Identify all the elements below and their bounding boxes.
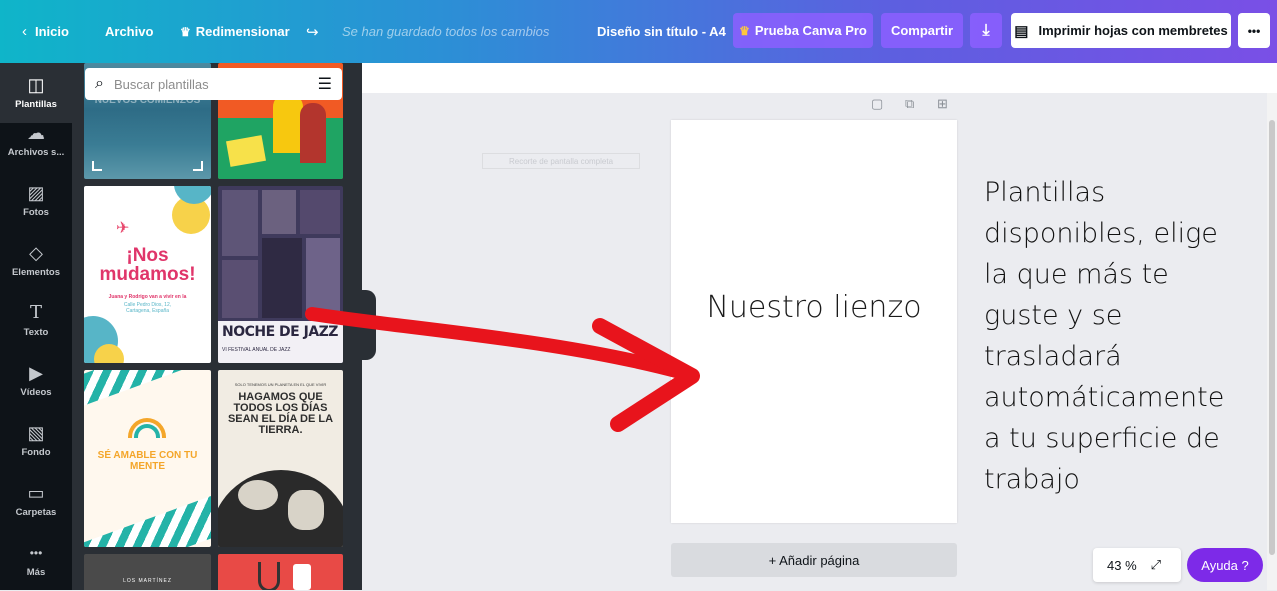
print-doc-icon: ▤ [1014,22,1029,40]
search-input[interactable]: ⌕ Buscar plantillas ☰ [85,68,342,100]
crown-icon: ♛ [739,23,750,38]
undo-icon: ↪ [306,23,319,41]
template-earth-title: HAGAMOS QUE TODOS LOS DÍAS SEAN EL DÍA D… [227,391,334,436]
template-moving-address: Calle Pedro Dios, 12, Cartagena, España [123,302,172,314]
template-card-jazz[interactable]: NOCHE DE JAZZ VI FESTIVAL ANUAL DE JAZZ [218,186,343,363]
rail-label: Elementos [11,267,61,278]
rail-label: Carpetas [15,507,57,518]
file-menu-button[interactable]: Archivo [105,0,153,63]
template-kind-title: SÉ AMABLE CON TU MENTE [97,450,198,472]
rail-item-uploads[interactable]: ☁ Archivos s... [0,111,72,171]
rail-label: Vídeos [20,387,52,398]
rail-item-elements[interactable]: ◇ Elementos [0,231,72,291]
resize-button[interactable]: ♛ Redimensionar [180,0,290,63]
design-canvas-page[interactable]: Nuestro lienzo [671,120,957,523]
cloud-upload-icon: ☁ [27,123,45,143]
rail-label: Archivos s... [7,147,65,158]
rail-item-photos[interactable]: ▨ Fotos [0,171,72,231]
text-icon: T [29,302,42,323]
share-button[interactable]: Compartir [881,13,963,48]
more-dots-icon: ••• [1247,23,1261,38]
canvas-text[interactable]: Nuestro lienzo [671,290,957,325]
share-label: Compartir [890,23,954,38]
file-label: Archivo [105,24,154,39]
zoom-value: 43 % [1107,557,1137,573]
help-button[interactable]: Ayuda ? [1187,548,1263,582]
undo-button[interactable]: ↪ [306,0,319,63]
add-page-button[interactable]: + Añadir página [671,543,957,577]
chevron-left-icon: ‹ [22,23,27,40]
template-moving-title: ¡Nos mudamos! [99,245,196,285]
rail-item-background[interactable]: ▧ Fondo [0,411,72,471]
rail-item-more[interactable]: ••• Más [0,531,72,591]
rail-item-videos[interactable]: ▶ Vídeos [0,351,72,411]
crown-icon: ♛ [180,24,191,39]
scrollbar-thumb[interactable] [1269,120,1275,555]
template-icon: ◫ [27,75,45,95]
rail-label: Texto [23,327,49,338]
screenshot-ghost: Recorte de pantalla completa [482,153,640,169]
template-jazz-sub: VI FESTIVAL ANUAL DE JAZZ [222,347,291,353]
download-button[interactable]: ⤓ [970,13,1002,48]
more-options-button[interactable]: ••• [1238,13,1270,48]
background-icon: ▧ [27,423,45,443]
resize-label: Redimensionar [195,24,290,39]
download-icon: ⤓ [982,21,990,39]
print-letterhead-button[interactable]: ▤ Imprimir hojas con membretes [1011,13,1231,48]
search-icon: ⌕ [95,75,104,92]
try-pro-button[interactable]: ♛ Prueba Canva Pro [733,13,873,48]
folder-icon: ▭ [27,483,45,503]
page-notes-icon[interactable]: ▢ [871,96,883,112]
workspace-toolbar [362,63,1277,93]
saved-status: Se han guardado todos los cambios [342,24,550,39]
rail-label: Fotos [23,207,49,218]
template-card-moving[interactable]: ✈ ¡Nos mudamos! Juana y Rodrigo van a vi… [84,186,211,363]
video-icon: ▶ [29,363,43,383]
template-card-martinez[interactable]: LOS MARTÍNEZ [84,554,211,590]
zoom-control[interactable]: 43 % ⤢ [1093,548,1181,582]
left-rail: ◫ Plantillas ☁ Archivos s... ▨ Fotos ◇ E… [0,63,72,590]
chevron-left-icon: ‹ [363,318,367,332]
duplicate-page-icon[interactable]: ⧉ [905,96,914,112]
try-pro-label: Prueba Canva Pro [754,23,867,38]
template-card-medical[interactable] [218,554,343,590]
template-martinez-title: LOS MARTÍNEZ [123,578,172,584]
more-icon: ••• [29,546,43,560]
template-jazz-title: NOCHE DE JAZZ [222,324,338,340]
rail-item-folders[interactable]: ▭ Carpetas [0,471,72,531]
template-earth-top: SOLO TENEMOS UN PLANETA EN EL QUE VIVIR [234,382,327,387]
top-bar: ‹ Inicio Archivo ♛ Redimensionar ↪ Se ha… [0,0,1277,63]
rail-item-text[interactable]: T Texto [0,291,72,351]
collapse-panel-button[interactable]: ‹ [354,290,376,360]
print-label: Imprimir hojas con membretes [1038,23,1228,38]
rail-label: Más [26,567,46,578]
annotation-text: Plantillas disponibles, elige la que más… [984,177,1225,495]
add-page-icon[interactable]: ⊞ [937,96,948,112]
filter-icon[interactable]: ☰ [318,74,332,94]
rail-label: Plantillas [15,99,57,110]
expand-icon[interactable]: ⤢ [1151,557,1161,573]
home-label: Inicio [35,24,69,39]
template-card-earth-day[interactable]: SOLO TENEMOS UN PLANETA EN EL QUE VIVIR … [218,370,343,547]
rail-label: Fondo [21,447,51,458]
templates-panel: ⌕ Buscar plantillas ☰ NUEVOS COMIENZOS ✈… [72,63,362,590]
template-moving-sub: Juana y Rodrigo van a vivir en la [108,294,187,300]
shapes-icon: ◇ [29,243,43,263]
template-card-kind-mind[interactable]: SÉ AMABLE CON TU MENTE [84,370,211,547]
photo-icon: ▨ [27,183,45,203]
design-title[interactable]: Diseño sin título - A4 [597,0,726,63]
search-placeholder: Buscar plantillas [113,76,209,92]
home-button[interactable]: ‹ Inicio [22,0,69,63]
